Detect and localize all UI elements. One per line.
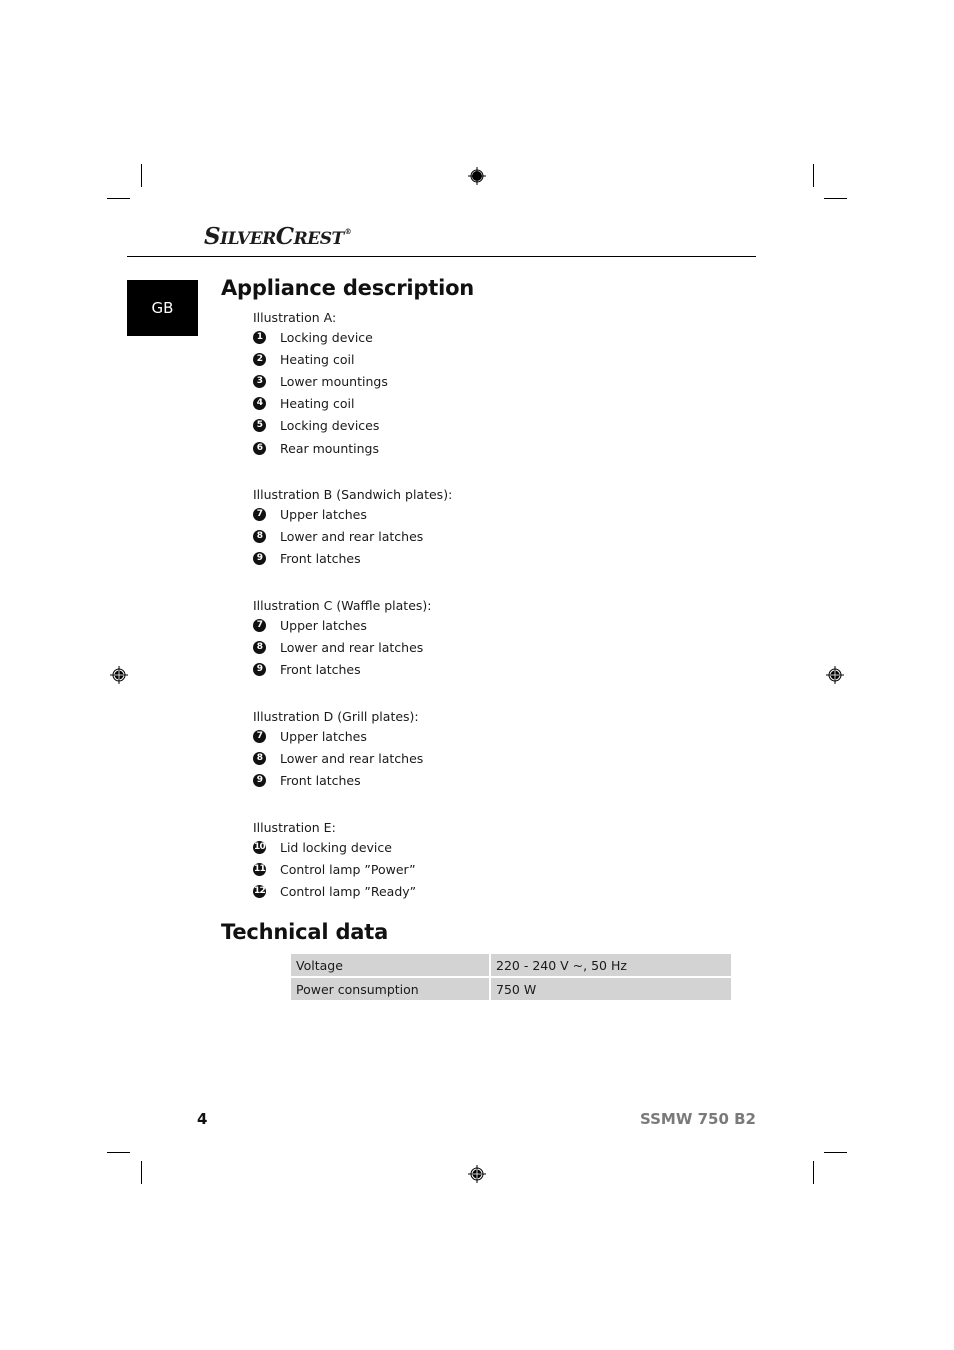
logo-initial: S (204, 223, 221, 250)
list-item: 1 Locking device (253, 328, 373, 346)
illustration-caption: Illustration B (Sandwich plates): (253, 487, 453, 502)
table-key: Power consumption (291, 978, 491, 1000)
crop-mark (107, 1152, 130, 1153)
list-item: 4 Heating coil (253, 395, 354, 413)
item-label: Control lamp ”Ready” (280, 883, 417, 899)
appliance-description-title: Appliance description (221, 276, 475, 300)
list-item: 11 Control lamp ”Power” (253, 860, 416, 878)
list-item: 8 Lower and rear latches (253, 749, 423, 767)
registration-mark-icon (826, 666, 844, 684)
model-number: SSMW 750 B2 (639, 1110, 756, 1128)
crop-mark (107, 198, 130, 199)
item-number-icon: 12 (253, 884, 266, 898)
language-tab: GB (127, 280, 198, 336)
item-number-icon: 6 (253, 441, 266, 455)
item-label: Lower and rear latches (280, 528, 424, 544)
item-label: Locking devices (280, 418, 380, 434)
item-number-icon: 7 (253, 507, 266, 521)
crop-mark (824, 198, 847, 199)
item-label: Heating coil (280, 396, 355, 412)
list-item: 8 Lower and rear latches (253, 638, 423, 656)
registration-mark-icon (468, 1165, 486, 1183)
item-number-icon: 8 (253, 640, 266, 654)
list-item: 7 Upper latches (253, 505, 367, 523)
item-label: Heating coil (280, 351, 355, 367)
crop-mark (813, 1161, 814, 1184)
table-key: Voltage (291, 954, 491, 978)
header-divider (127, 256, 756, 257)
item-label: Rear mountings (280, 440, 379, 456)
item-label: Upper latches (280, 728, 367, 744)
illustration-caption: Illustration A: (253, 310, 337, 325)
item-number-icon: 9 (253, 773, 266, 787)
crop-mark (824, 1152, 847, 1153)
item-label: Control lamp ”Power” (280, 861, 416, 877)
item-label: Upper latches (280, 506, 367, 522)
illustration-caption: Illustration D (Grill plates): (253, 709, 419, 724)
item-label: Lower mountings (280, 373, 388, 389)
registration-mark-icon (468, 167, 486, 185)
item-label: Locking device (280, 329, 373, 345)
item-label: Lid locking device (280, 839, 392, 855)
list-item: 5 Locking devices (253, 417, 379, 435)
list-item: 2 Heating coil (253, 350, 354, 368)
table-value: 220 - 240 V ~, 50 Hz (491, 954, 731, 978)
item-label: Front latches (280, 661, 361, 677)
item-number-icon: 1 (253, 330, 266, 344)
list-item: 7 Upper latches (253, 727, 367, 745)
item-number-icon: 8 (253, 751, 266, 765)
list-item: 7 Upper latches (253, 616, 367, 634)
item-number-icon: 7 (253, 729, 266, 743)
item-number-icon: 8 (253, 529, 266, 543)
technical-data-title: Technical data (221, 920, 389, 944)
registration-mark-icon (110, 666, 128, 684)
table-row: Voltage 220 - 240 V ~, 50 Hz (291, 954, 731, 978)
item-label: Lower and rear latches (280, 639, 424, 655)
registered-mark: ® (344, 227, 352, 236)
list-item: 9 Front latches (253, 660, 361, 678)
item-number-icon: 2 (253, 352, 266, 366)
item-label: Front latches (280, 550, 361, 566)
illustration-caption: Illustration E: (253, 820, 336, 835)
list-item: 12 Control lamp ”Ready” (253, 882, 416, 900)
item-number-icon: 5 (253, 419, 266, 433)
logo-text: REST (293, 229, 345, 249)
item-number-icon: 7 (253, 618, 266, 632)
list-item: 6 Rear mountings (253, 439, 379, 457)
logo-text: ILVER (220, 229, 276, 249)
item-number-icon: 4 (253, 397, 266, 411)
item-label: Lower and rear latches (280, 750, 424, 766)
list-item: 10 Lid locking device (253, 838, 392, 856)
item-number-icon: 11 (253, 862, 266, 876)
illustration-caption: Illustration C (Waffle plates): (253, 598, 432, 613)
item-label: Front latches (280, 772, 361, 788)
table-row: Power consumption 750 W (291, 978, 731, 1000)
silvercrest-logo: SILVERCREST® (204, 223, 352, 250)
page-number: 4 (197, 1110, 208, 1128)
technical-data-table: Voltage 220 - 240 V ~, 50 Hz Power consu… (291, 954, 731, 1000)
list-item: 3 Lower mountings (253, 372, 388, 390)
list-item: 8 Lower and rear latches (253, 527, 423, 545)
logo-initial: C (275, 223, 294, 250)
crop-mark (141, 1161, 142, 1184)
item-number-icon: 3 (253, 374, 266, 388)
language-code: GB (151, 299, 174, 317)
item-label: Upper latches (280, 617, 367, 633)
list-item: 9 Front latches (253, 771, 361, 789)
item-number-icon: 9 (253, 662, 266, 676)
table-value: 750 W (491, 978, 731, 1000)
item-number-icon: 10 (253, 840, 266, 854)
list-item: 9 Front latches (253, 549, 361, 567)
crop-mark (813, 164, 814, 187)
crop-mark (141, 164, 142, 187)
item-number-icon: 9 (253, 551, 266, 565)
